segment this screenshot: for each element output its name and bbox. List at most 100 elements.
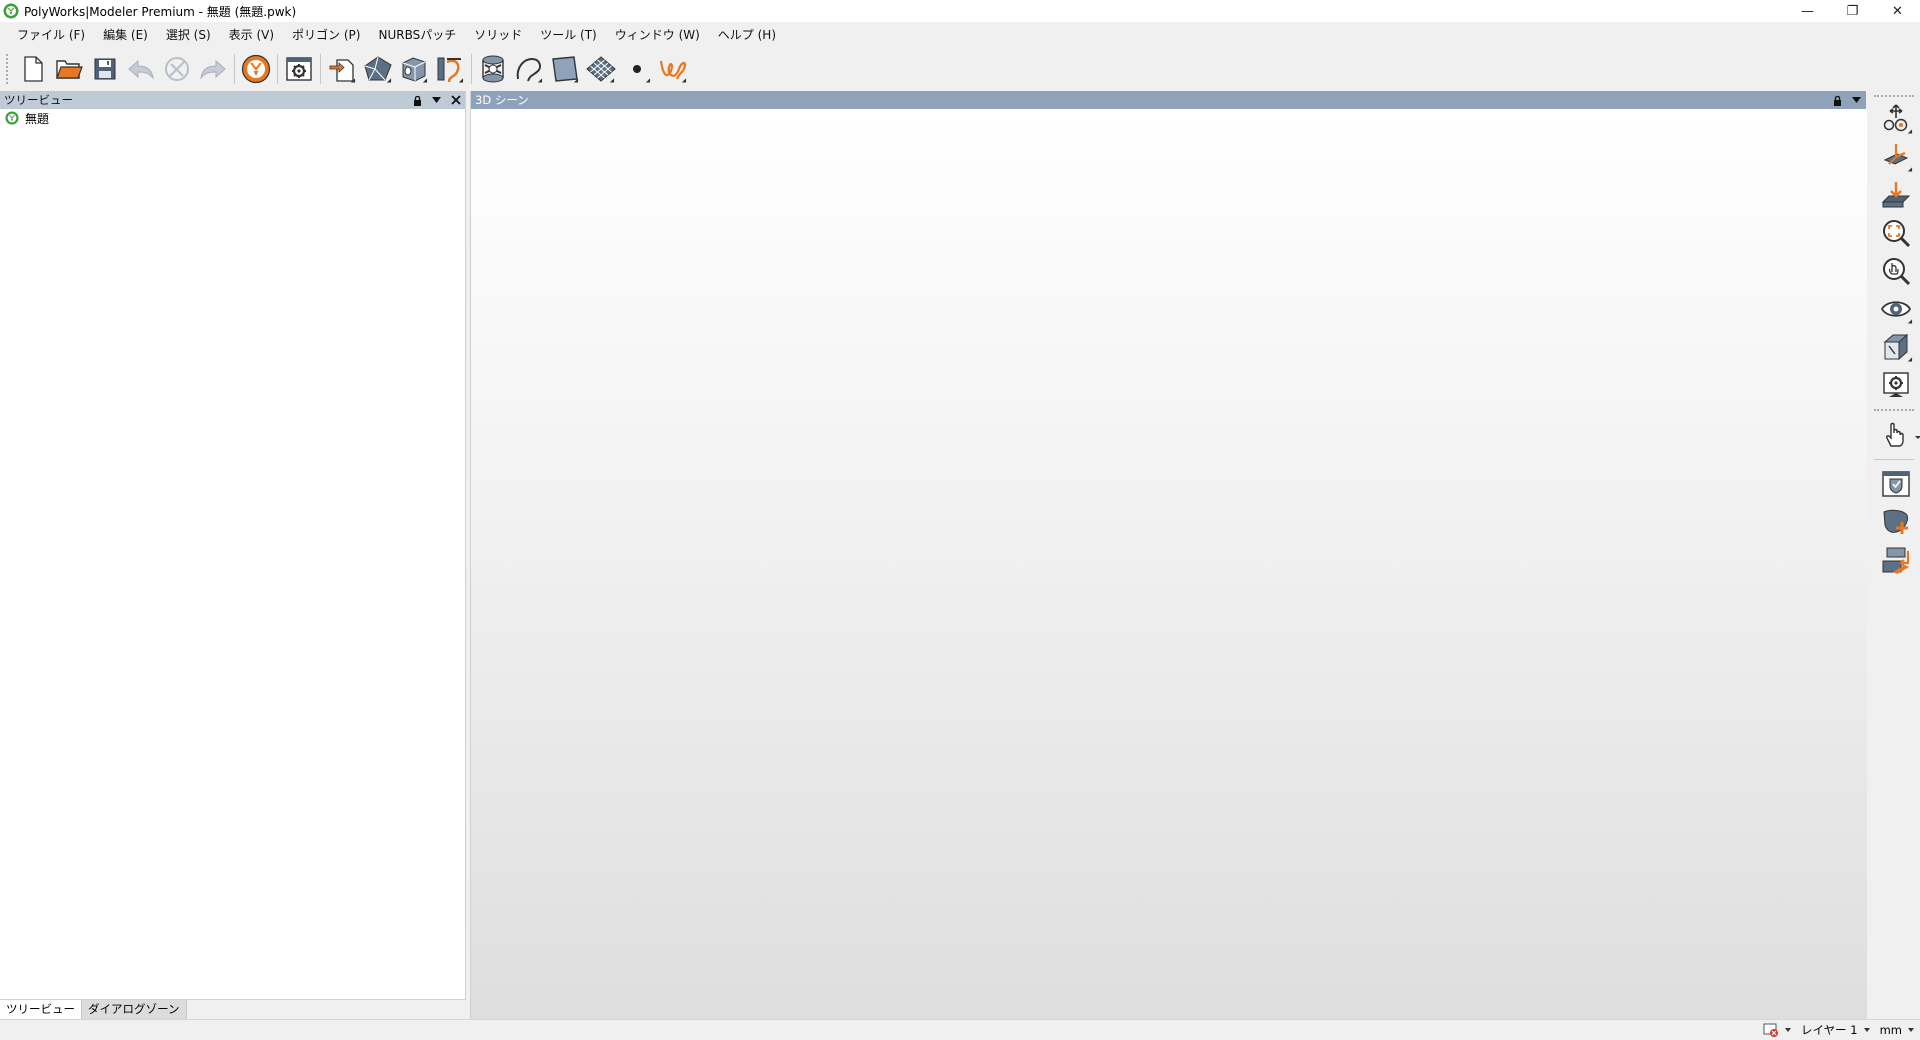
view-from-top-button[interactable] (1877, 177, 1915, 213)
close-panel-icon[interactable] (450, 95, 461, 106)
object-shield-icon (1882, 471, 1910, 497)
menu-view[interactable]: 表示 (V) (220, 24, 283, 46)
clear-history-button[interactable] (159, 51, 195, 87)
zoom-fit-button[interactable] (1877, 215, 1915, 251)
menu-bar: ファイル (F) 編集 (E) 選択 (S) 表示 (V) ポリゴン (P) N… (0, 24, 785, 46)
view-settings-button[interactable] (1877, 367, 1915, 403)
redo-button[interactable] (195, 51, 231, 87)
selection-mode-button[interactable] (1877, 417, 1920, 453)
application-window: PolyWorks|Modeler Premium - 無題 (無題.pwk) … (0, 0, 1920, 1040)
zoom-interactive-icon (1883, 258, 1911, 286)
menu-tools[interactable]: ツール (T) (531, 24, 606, 46)
feature-tool-icon (482, 55, 504, 83)
tree-view-panel: ツリービュー 無題 ツリービュー ダイアログゾーン (0, 91, 466, 1019)
curve-tool-button[interactable] (432, 51, 468, 87)
solid-object-button[interactable] (396, 51, 432, 87)
menu-help[interactable]: ヘルプ (H) (709, 24, 785, 46)
dropdown-caret-icon (1908, 1028, 1914, 1032)
view-settings-icon (1883, 372, 1909, 397)
transform-icon (1883, 104, 1908, 132)
transform-button[interactable] (1877, 101, 1915, 137)
point-icon (633, 65, 641, 73)
tree-root-item[interactable]: 無題 (0, 109, 465, 127)
status-bar: レイヤー 1 mm (0, 1019, 1920, 1040)
menu-nurbs-patch[interactable]: NURBSパッチ (369, 24, 465, 46)
undo-icon (128, 59, 154, 80)
menu-select[interactable]: 選択 (S) (157, 24, 220, 46)
add-object-icon (1883, 509, 1908, 534)
sync-status-dropdown[interactable] (1763, 1023, 1791, 1037)
point-button[interactable] (619, 51, 655, 87)
menu-file[interactable]: ファイル (F) (8, 24, 94, 46)
clear-history-icon (165, 57, 189, 81)
open-folder-icon (56, 60, 83, 79)
replace-object-icon (1882, 547, 1910, 574)
zoom-fit-icon (1883, 220, 1911, 248)
align-view-icon (1883, 144, 1909, 165)
polygon-object-button[interactable] (360, 51, 396, 87)
layer-dropdown[interactable]: レイヤー 1 (1801, 1022, 1870, 1038)
dropdown-caret-icon (645, 78, 653, 85)
polyworks-project-icon (5, 111, 19, 125)
main-toolbar (0, 50, 691, 88)
restore-button[interactable]: ❐ (1830, 0, 1875, 22)
view-cube-icon (1883, 333, 1909, 361)
status-right-group: レイヤー 1 mm (1763, 1020, 1914, 1040)
feature-tool-button[interactable] (475, 51, 511, 87)
view-toolbar (1868, 91, 1920, 1019)
mesh-grid-icon (586, 56, 616, 82)
polyworks-logo-icon (3, 3, 19, 19)
dropdown-caret-icon (1907, 319, 1915, 326)
add-object-button[interactable] (1877, 504, 1915, 540)
3d-viewport[interactable] (471, 109, 1867, 1019)
save-button[interactable] (87, 51, 123, 87)
dropdown-caret-icon (1863, 1028, 1870, 1032)
curve-arc-button[interactable] (511, 51, 547, 87)
toolbar-grip[interactable] (1874, 95, 1914, 97)
replace-object-button[interactable] (1877, 542, 1915, 578)
disconnected-status-icon (1763, 1023, 1778, 1037)
redo-icon (200, 59, 226, 80)
tab-tree-view[interactable]: ツリービュー (0, 1000, 82, 1019)
toolbar-separator (471, 54, 472, 84)
solid-object-icon (402, 57, 426, 82)
new-file-icon (24, 56, 43, 82)
tree-view-title: ツリービュー (4, 93, 73, 107)
options-settings-icon (286, 57, 312, 81)
left-panel-tabs: ツリービュー ダイアログゾーン (0, 999, 466, 1019)
toolbar-grip[interactable] (6, 54, 9, 84)
sketch-button[interactable] (655, 51, 691, 87)
close-window-button[interactable]: ✕ (1875, 0, 1920, 22)
view-from-top-icon (1881, 182, 1911, 208)
object-button[interactable] (1877, 466, 1915, 502)
new-file-button[interactable] (15, 51, 51, 87)
panel-menu-dropdown-icon[interactable] (1851, 95, 1862, 106)
menu-edit[interactable]: 編集 (E) (94, 24, 157, 46)
menu-solid[interactable]: ソリッド (465, 24, 531, 46)
menu-polygon[interactable]: ポリゴン (P) (283, 24, 369, 46)
open-file-button[interactable] (51, 51, 87, 87)
minimize-button[interactable]: — (1785, 0, 1830, 22)
visibility-button[interactable] (1877, 291, 1915, 327)
options-button[interactable] (281, 51, 317, 87)
import-button[interactable] (324, 51, 360, 87)
patch-surface-icon (552, 56, 578, 82)
undo-button[interactable] (123, 51, 159, 87)
tab-dialog-zone[interactable]: ダイアログゾーン (82, 1000, 187, 1019)
align-view-button[interactable] (1877, 139, 1915, 175)
view-cube-button[interactable] (1877, 329, 1915, 365)
units-dropdown[interactable]: mm (1880, 1023, 1914, 1037)
title-bar: PolyWorks|Modeler Premium - 無題 (無題.pwk) … (0, 0, 1920, 22)
scene-header-buttons (1832, 91, 1862, 109)
selection-hand-icon (1886, 422, 1904, 447)
zoom-interactive-button[interactable] (1877, 253, 1915, 289)
mesh-grid-button[interactable] (583, 51, 619, 87)
workspace-button[interactable] (238, 51, 274, 87)
lock-icon[interactable] (1832, 95, 1843, 106)
patch-surface-button[interactable] (547, 51, 583, 87)
scene-header: 3D シーン (471, 91, 1866, 109)
window-title: PolyWorks|Modeler Premium - 無題 (無題.pwk) (24, 4, 297, 19)
menu-window[interactable]: ウィンドウ (W) (606, 24, 709, 46)
panel-menu-dropdown-icon[interactable] (431, 95, 442, 106)
lock-icon[interactable] (412, 95, 423, 106)
